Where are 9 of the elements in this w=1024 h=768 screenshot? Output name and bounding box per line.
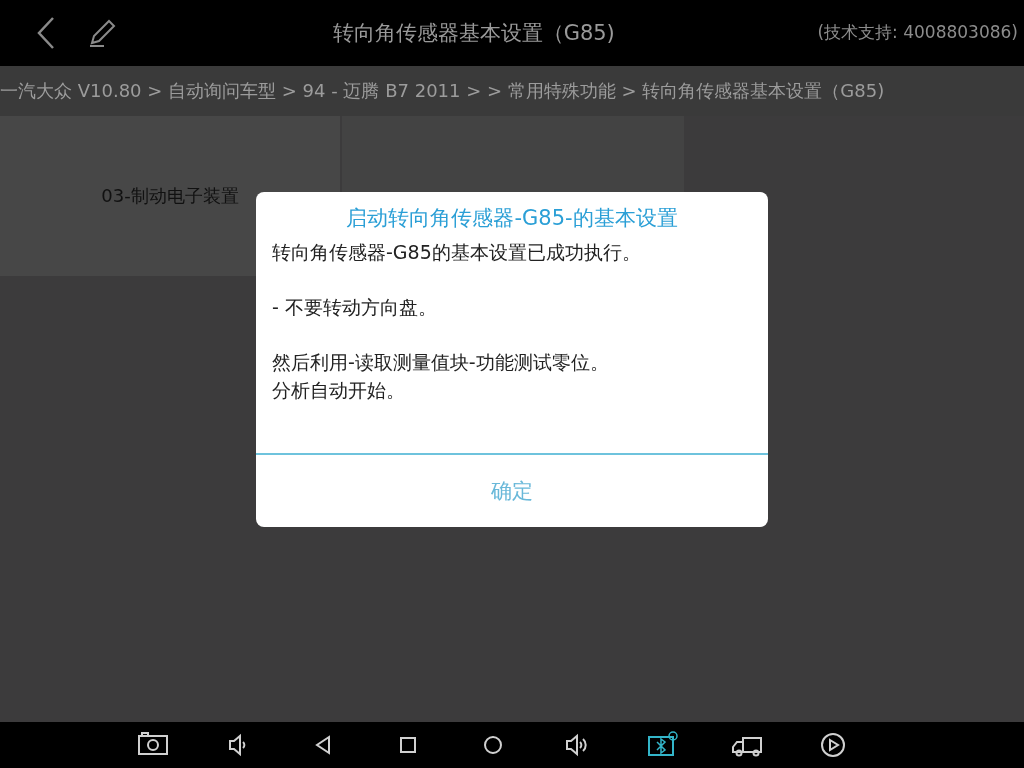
ok-button[interactable]: 确定 — [256, 455, 768, 527]
dialog-message: 分析自动开始。 — [272, 378, 406, 403]
pencil-icon[interactable] — [87, 17, 117, 48]
screen-title: 转向角传感器基本设置（G85) — [331, 19, 616, 47]
dialog-title: 启动转向角传感器-G85-的基本设置 — [345, 205, 679, 232]
dialog-message: 然后利用-读取测量值块-功能测试零位。 — [272, 350, 610, 375]
dialog-message: - 不要转动方向盘。 — [272, 295, 438, 320]
support-phone: (技术支持: 4008803086) — [817, 21, 1018, 45]
back-icon[interactable] — [37, 15, 55, 50]
